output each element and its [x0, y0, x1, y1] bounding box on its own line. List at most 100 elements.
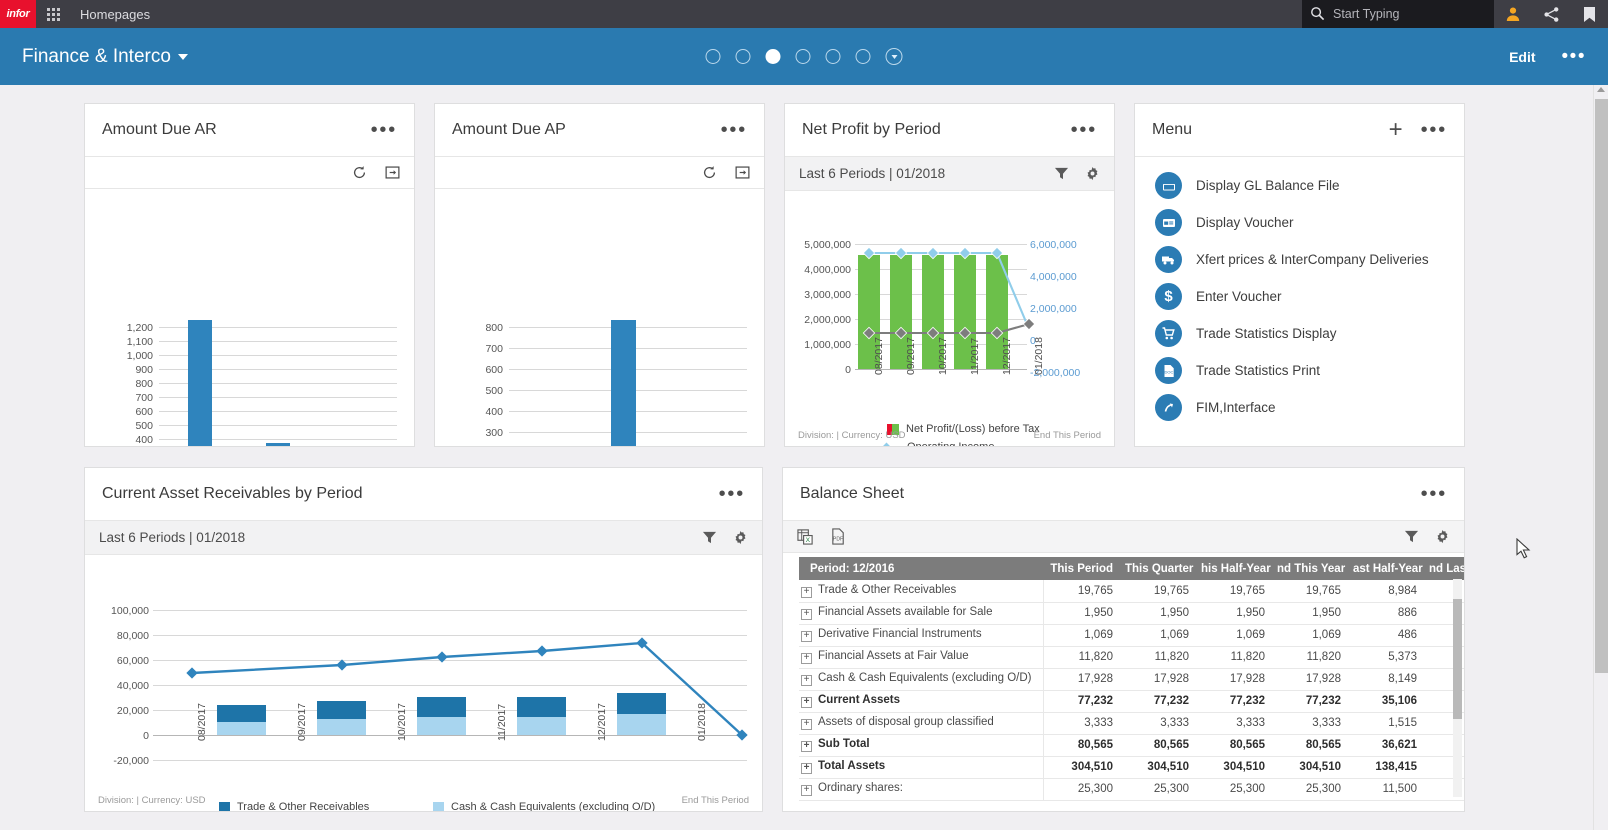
- gear-icon[interactable]: [733, 530, 748, 545]
- table-row[interactable]: + Financial Assets at Fair Value 11,820 1…: [799, 646, 1464, 669]
- table-row[interactable]: + Derivative Financial Instruments 1,069 …: [799, 624, 1464, 647]
- bookmark-icon[interactable]: [1570, 0, 1608, 28]
- cell: 17,928: [1119, 668, 1195, 691]
- refresh-icon[interactable]: [702, 165, 717, 180]
- widget-more-button[interactable]: •••: [1071, 120, 1097, 140]
- table-row[interactable]: + Cash & Cash Equivalents (excluding O/D)…: [799, 668, 1464, 691]
- column-header-last-year[interactable]: nd Last Year: [1423, 557, 1464, 580]
- column-header-period[interactable]: Period: 12/2016: [799, 557, 1043, 580]
- table-row[interactable]: + Financial Assets available for Sale 1,9…: [799, 602, 1464, 625]
- card-icon: [1155, 209, 1182, 236]
- widget-more-button[interactable]: •••: [1421, 484, 1447, 504]
- column-header-this-period[interactable]: This Period: [1043, 557, 1119, 580]
- widget-more-button[interactable]: •••: [721, 120, 747, 140]
- table-row[interactable]: + Current Assets 77,232 77,232 77,232 77,…: [799, 690, 1464, 713]
- column-header-this-year[interactable]: nd This Year: [1271, 557, 1347, 580]
- menu-item-fim-interface[interactable]: FIM,Interface: [1135, 389, 1464, 426]
- pager-dot-1[interactable]: [705, 49, 721, 64]
- cell: 1,515: [1347, 712, 1423, 735]
- page-scrollbar-thumb[interactable]: [1595, 99, 1608, 673]
- widget-header: Amount Due AR •••: [85, 104, 414, 157]
- export-pdf-icon[interactable]: PDF: [830, 528, 847, 545]
- widget-title: Net Profit by Period: [802, 121, 941, 138]
- widget-more-button[interactable]: •••: [719, 484, 745, 504]
- global-search[interactable]: [1302, 0, 1494, 28]
- share-icon[interactable]: [1532, 0, 1570, 28]
- homepage-pager[interactable]: [705, 48, 903, 65]
- page-title-dropdown[interactable]: Finance & Interco: [22, 46, 188, 68]
- page-scrollbar[interactable]: [1593, 85, 1608, 830]
- chevron-down-circle-icon[interactable]: [885, 48, 903, 65]
- infor-logo[interactable]: infor: [0, 0, 36, 28]
- refresh-icon[interactable]: [352, 165, 367, 180]
- app-grid-icon[interactable]: [36, 0, 70, 28]
- gear-icon[interactable]: [1085, 166, 1100, 181]
- user-avatar-icon[interactable]: [1494, 0, 1532, 28]
- row-expander[interactable]: +: [801, 718, 812, 730]
- pager-dot-4[interactable]: [795, 49, 811, 64]
- table-row[interactable]: + Ordinary shares: 25,300 25,300 25,300 2…: [799, 778, 1464, 801]
- widget-amount-due-ar: Amount Due AR ••• 1,200 1,100 1,000 900 …: [84, 103, 415, 447]
- chart-amount-due-ap: 800 700 600 500 400 300 200 100 0 Y9: [435, 189, 764, 446]
- cell: 304,510: [1119, 755, 1195, 779]
- row-expander[interactable]: +: [801, 762, 812, 774]
- row-expander[interactable]: +: [801, 784, 812, 796]
- period-label: Last 6 Periods | 01/2018: [99, 530, 246, 545]
- row-expander[interactable]: +: [801, 740, 812, 752]
- pager-dot-2[interactable]: [735, 49, 751, 64]
- cell: 80,565: [1043, 734, 1119, 757]
- menu-item-display-voucher[interactable]: Display Voucher: [1135, 204, 1464, 241]
- menu-item-enter-voucher[interactable]: $ Enter Voucher: [1135, 278, 1464, 315]
- table-row[interactable]: + Assets of disposal group classified 3,3…: [799, 712, 1464, 735]
- pager-dot-6[interactable]: [855, 49, 871, 64]
- widget-header: Amount Due AP •••: [435, 104, 764, 157]
- filter-icon[interactable]: [1054, 166, 1069, 181]
- menu-item-label: FIM,Interface: [1196, 400, 1276, 415]
- filter-icon[interactable]: [1404, 529, 1419, 544]
- search-input[interactable]: [1333, 7, 1486, 21]
- row-label: Assets of disposal group classified: [818, 716, 994, 729]
- current-assets-line: [186, 637, 748, 741]
- row-expander[interactable]: +: [801, 674, 812, 686]
- table-row[interactable]: + Sub Total 80,565 80,565 80,565 80,565 3…: [799, 734, 1464, 757]
- menu-item-xfert-prices-intercompany-deliveries[interactable]: Xfert prices & InterCompany Deliveries: [1135, 241, 1464, 278]
- filter-icon[interactable]: [702, 530, 717, 545]
- column-header-this-half-year[interactable]: his Half-Year: [1195, 557, 1271, 580]
- table-row[interactable]: + Trade & Other Receivables 19,765 19,765…: [799, 580, 1464, 603]
- cell: 77,232: [1271, 690, 1347, 713]
- arrow-up-right-icon: [1155, 394, 1182, 421]
- menu-item-trade-statistics-display[interactable]: Trade Statistics Display: [1135, 315, 1464, 352]
- menu-item-display-gl-balance-file[interactable]: Display GL Balance File: [1135, 167, 1464, 204]
- pager-dot-5[interactable]: [825, 49, 841, 64]
- pager-dot-3-active[interactable]: [765, 49, 781, 64]
- breadcrumb[interactable]: Homepages: [80, 7, 150, 22]
- balance-sheet-table-container[interactable]: Period: 12/2016 This Period This Quarter…: [783, 553, 1464, 811]
- add-menu-item-button[interactable]: +: [1389, 117, 1403, 141]
- row-expander[interactable]: +: [801, 630, 812, 642]
- row-expander[interactable]: +: [801, 586, 812, 598]
- page-title: Finance & Interco: [22, 45, 171, 67]
- row-expander[interactable]: +: [801, 696, 812, 708]
- open-in-new-icon[interactable]: [735, 165, 750, 180]
- cell: 1,950: [1119, 602, 1195, 625]
- header-more-button[interactable]: •••: [1562, 47, 1586, 66]
- widget-title: Balance Sheet: [800, 485, 905, 502]
- widget-more-button[interactable]: •••: [371, 120, 397, 140]
- row-expander[interactable]: +: [801, 608, 812, 620]
- widget-more-button[interactable]: •••: [1421, 120, 1447, 140]
- row-expander[interactable]: +: [801, 652, 812, 664]
- menu-item-trade-statistics-print[interactable]: DOC Trade Statistics Print: [1135, 352, 1464, 389]
- row-label: Trade & Other Receivables: [818, 584, 957, 596]
- column-header-last-half-year[interactable]: ast Half-Year: [1347, 557, 1423, 580]
- edit-button[interactable]: Edit: [1509, 49, 1535, 65]
- open-in-new-icon[interactable]: [385, 165, 400, 180]
- widget-title: Menu: [1152, 121, 1193, 138]
- scroll-up-arrow-icon[interactable]: [1597, 87, 1605, 92]
- gear-icon[interactable]: [1435, 529, 1450, 544]
- export-excel-icon[interactable]: X: [797, 528, 814, 545]
- column-header-this-quarter[interactable]: This Quarter: [1119, 557, 1195, 580]
- legend-operating-income: Operating Income: [873, 441, 994, 446]
- cell: 25,300: [1195, 778, 1271, 801]
- table-scrollbar-thumb[interactable]: [1453, 599, 1462, 719]
- table-row[interactable]: + Total Assets 304,510 304,510 304,510 30…: [799, 755, 1464, 779]
